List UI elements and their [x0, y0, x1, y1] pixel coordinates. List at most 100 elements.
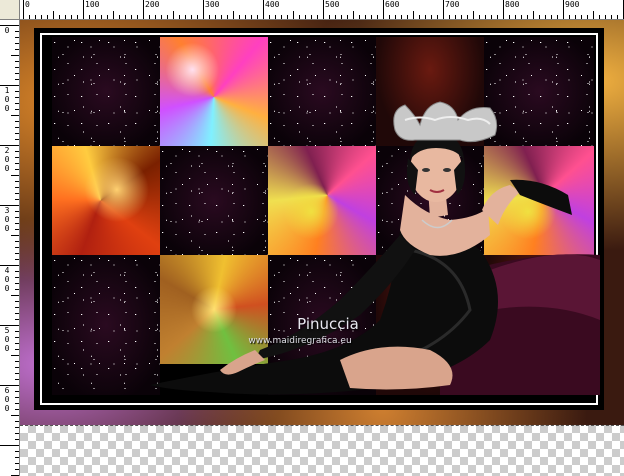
ruler-tick — [23, 0, 24, 19]
ruler-tick — [149, 15, 150, 19]
ruler-label: 500 — [325, 0, 340, 9]
ruler-tick — [197, 15, 198, 19]
ruler-tick — [599, 15, 600, 19]
vertical-ruler[interactable]: 0100200300400500600 — [0, 20, 20, 476]
ruler-tick — [101, 15, 102, 19]
ruler-tick — [569, 15, 570, 19]
ruler-tick — [0, 445, 19, 446]
ruler-tick — [0, 85, 19, 86]
ruler-tick — [15, 259, 19, 260]
ruler-tick — [365, 15, 366, 19]
ruler-tick — [131, 15, 132, 19]
ruler-tick — [215, 15, 216, 19]
ruler-tick — [15, 283, 19, 284]
ruler-corner — [0, 0, 20, 20]
ruler-label: 700 — [445, 0, 460, 9]
ruler-tick — [233, 11, 234, 19]
ruler-label: 900 — [565, 0, 580, 9]
ruler-tick — [15, 319, 19, 320]
ruler-tick — [15, 409, 19, 410]
ruler-label: 0 — [4, 404, 10, 413]
ruler-tick — [15, 37, 19, 38]
ruler-tick — [401, 15, 402, 19]
ruler-tick — [125, 15, 126, 19]
ruler-tick — [299, 15, 300, 19]
ruler-tick — [15, 367, 19, 368]
ruler-label: 2 — [4, 146, 10, 155]
ruler-tick — [15, 343, 19, 344]
ruler-tick — [461, 15, 462, 19]
ruler-tick — [557, 15, 558, 19]
ruler-tick — [15, 31, 19, 32]
ruler-tick — [179, 15, 180, 19]
ruler-tick — [15, 211, 19, 212]
ruler-tick — [15, 169, 19, 170]
ruler-tick — [209, 15, 210, 19]
ruler-tick — [15, 289, 19, 290]
ruler-label: 0 — [4, 155, 10, 164]
ruler-tick — [11, 55, 19, 56]
ruler-tick — [0, 385, 19, 386]
ruler-tick — [113, 11, 114, 19]
ruler-tick — [545, 15, 546, 19]
ruler-tick — [15, 439, 19, 440]
ruler-tick — [281, 15, 282, 19]
ruler-tick — [15, 199, 19, 200]
ruler-tick — [323, 0, 324, 19]
ruler-label: 0 — [4, 95, 10, 104]
ruler-tick — [527, 15, 528, 19]
horizontal-ruler[interactable]: 0 100 200 300 400 500 600 700 800 900 — [20, 0, 624, 20]
ruler-tick — [479, 15, 480, 19]
ruler-label: 200 — [145, 0, 160, 9]
ruler-tick — [467, 15, 468, 19]
ruler-tick — [581, 15, 582, 19]
ruler-label: 3 — [4, 206, 10, 215]
ruler-tick — [377, 15, 378, 19]
ruler-tick — [317, 15, 318, 19]
ruler-tick — [15, 349, 19, 350]
ruler-label: 6 — [4, 386, 10, 395]
ruler-tick — [413, 11, 414, 19]
ruler-tick — [15, 67, 19, 68]
ruler-tick — [107, 15, 108, 19]
ruler-tick — [563, 0, 564, 19]
ruler-tick — [311, 15, 312, 19]
ruler-tick — [389, 15, 390, 19]
ruler-tick — [257, 15, 258, 19]
ruler-tick — [15, 157, 19, 158]
ruler-label: 4 — [4, 266, 10, 275]
ruler-tick — [15, 331, 19, 332]
image-canvas[interactable]: Pinuccia www.maidiregrafica.eu — [20, 20, 624, 476]
ruler-tick — [137, 15, 138, 19]
ruler-tick — [41, 15, 42, 19]
ruler-tick — [347, 15, 348, 19]
ruler-tick — [611, 15, 612, 19]
transparent-area — [20, 425, 624, 476]
selection-marquee — [20, 425, 624, 426]
ruler-tick — [53, 11, 54, 19]
ruler-tick — [15, 193, 19, 194]
ruler-tick — [539, 15, 540, 19]
ruler-tick — [509, 15, 510, 19]
ruler-tick — [515, 15, 516, 19]
ruler-tick — [437, 15, 438, 19]
ruler-tick — [15, 181, 19, 182]
ruler-tick — [11, 115, 19, 116]
ruler-label: 0 — [4, 26, 10, 35]
ruler-tick — [341, 15, 342, 19]
ruler-tick — [89, 15, 90, 19]
ruler-tick — [0, 325, 19, 326]
ruler-tick — [15, 223, 19, 224]
woman-figure — [150, 101, 600, 395]
ruler-tick — [15, 457, 19, 458]
ruler-tick — [11, 235, 19, 236]
ruler-tick — [15, 139, 19, 140]
ruler-tick — [251, 15, 252, 19]
ruler-label: 300 — [205, 0, 220, 9]
ruler-tick — [15, 73, 19, 74]
ruler-tick — [0, 205, 19, 206]
ruler-tick — [15, 247, 19, 248]
ruler-tick — [293, 11, 294, 19]
ruler-label: 1 — [4, 86, 10, 95]
ruler-label: 0 — [4, 344, 10, 353]
